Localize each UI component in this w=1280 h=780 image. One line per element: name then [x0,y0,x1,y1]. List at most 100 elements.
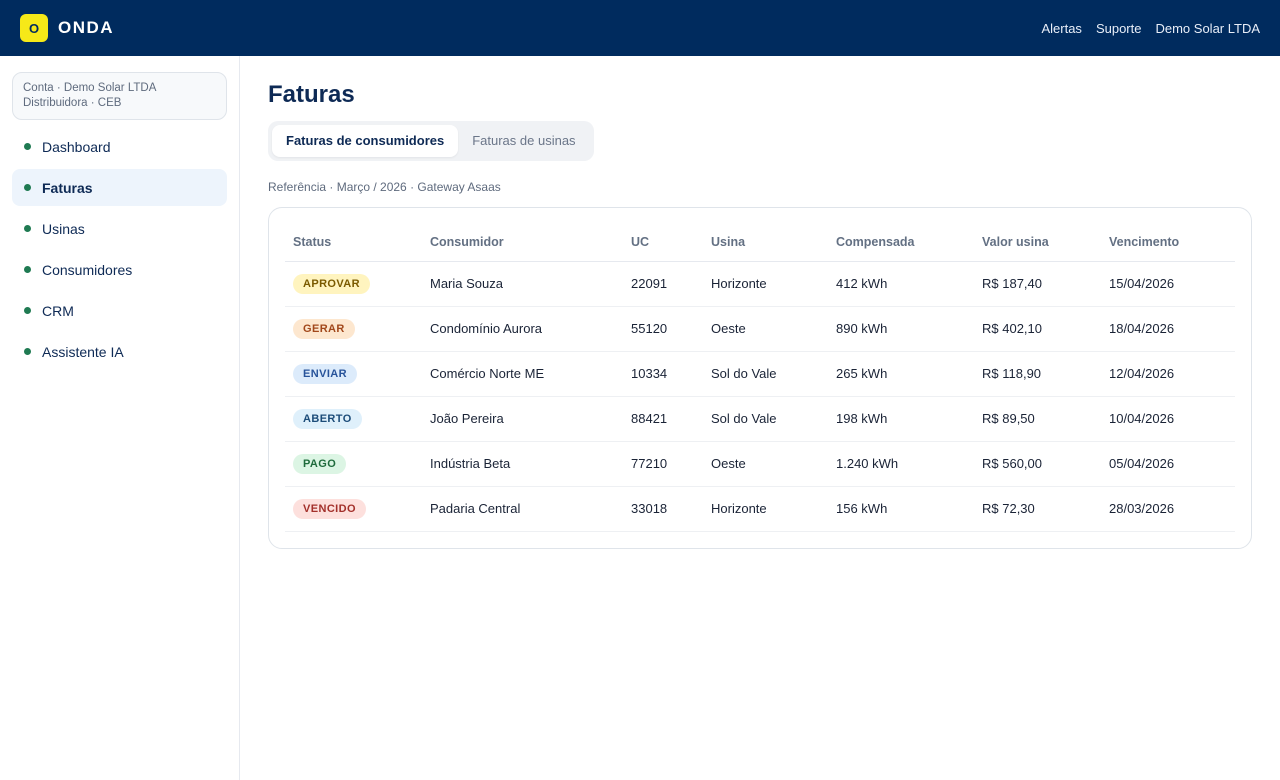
compensada-cell: 412 kWh [828,261,974,307]
alerts-link[interactable]: Alertas [1041,21,1081,36]
account-info-card: Conta · Demo Solar LTDA Distribuidora · … [12,72,227,120]
uc-cell: 22091 [623,261,703,307]
uc-cell: 55120 [623,306,703,352]
vencimento-cell: 10/04/2026 [1101,396,1235,442]
status-badge[interactable]: GERAR [293,318,355,339]
status-badge[interactable]: VENCIDO [293,498,366,519]
tab-faturas-consumidores[interactable]: Faturas de consumidores [272,125,459,157]
account-name: Conta · Demo Solar LTDA [23,82,157,94]
bullet-icon [24,348,31,355]
top-nav: Alertas Suporte Demo Solar LTDA [1041,21,1260,36]
table-row[interactable]: ABERTO João Pereira 88421 Sol do Vale 19… [285,396,1235,442]
status-badge[interactable]: PAGO [293,453,347,474]
usina-cell: Oeste [703,306,828,352]
sidebar-item-label: Consumidores [42,261,133,278]
onda-logo-icon: O [20,14,48,42]
sidebar-item-crm[interactable]: CRM [12,292,227,329]
column-header-usina[interactable]: Usina [703,224,828,262]
app-name: ONDA [58,18,115,37]
sidebar-item-usinas[interactable]: Usinas [12,210,227,247]
uc-cell: 33018 [623,486,703,532]
distributor-name: Distribuidora · CEB [23,97,122,109]
sidebar-item-label: Faturas [42,179,93,196]
usina-cell: Horizonte [703,486,828,532]
table-row[interactable]: APROVAR Maria Souza 22091 Horizonte 412 … [285,261,1235,307]
usina-cell: Sol do Vale [703,396,828,442]
sidebar-item-label: Assistente IA [42,343,124,360]
status-cell: VENCIDO [285,486,422,532]
compensada-cell: 1.240 kWh [828,441,974,487]
reference-info: Referência · Março / 2026 · Gateway Asaa… [268,180,501,194]
column-header-status[interactable]: Status [285,224,422,262]
sidebar-item-assistente-ia[interactable]: Assistente IA [12,333,227,370]
usina-cell: Sol do Vale [703,351,828,397]
consumidor-cell: Comércio Norte ME [422,351,623,397]
vencimento-cell: 28/03/2026 [1101,486,1235,532]
uc-cell: 10334 [623,351,703,397]
compensada-cell: 156 kWh [828,486,974,532]
column-header-valor-usina[interactable]: Valor usina [974,224,1101,262]
vencimento-cell: 15/04/2026 [1101,261,1235,307]
compensada-cell: 198 kWh [828,396,974,442]
bullet-icon [24,184,31,191]
vencimento-cell: 05/04/2026 [1101,441,1235,487]
tab-faturas-usinas[interactable]: Faturas de usinas [458,125,589,157]
consumidor-cell: João Pereira [422,396,623,442]
usina-cell: Oeste [703,441,828,487]
top-bar: O ONDA Alertas Suporte Demo Solar LTDA [0,0,1280,56]
sidebar-item-faturas[interactable]: Faturas [12,169,227,206]
status-cell: APROVAR [285,261,422,307]
sidebar-item-label: Dashboard [42,138,111,155]
status-cell: GERAR [285,306,422,352]
invoice-tabs: Faturas de consumidores Faturas de usina… [268,121,594,161]
sidebar-item-consumidores[interactable]: Consumidores [12,251,227,288]
table-row[interactable]: ENVIAR Comércio Norte ME 10334 Sol do Va… [285,351,1235,397]
uc-cell: 88421 [623,396,703,442]
sidebar-item-label: CRM [42,302,74,319]
compensada-cell: 265 kWh [828,351,974,397]
sidebar: Conta · Demo Solar LTDA Distribuidora · … [0,56,240,780]
main-content: Faturas Faturas de consumidores Faturas … [268,56,1252,549]
bullet-icon [24,307,31,314]
status-cell: ABERTO [285,396,422,442]
consumidor-cell: Indústria Beta [422,441,623,487]
consumidor-cell: Condomínio Aurora [422,306,623,352]
bullet-icon [24,143,31,150]
valor-usina-cell: R$ 402,10 [974,306,1101,352]
column-header-compensada[interactable]: Compensada [828,224,974,262]
usina-cell: Horizonte [703,261,828,307]
invoices-table-card: Status Consumidor UC Usina Compensada Va… [268,207,1252,549]
account-menu-link[interactable]: Demo Solar LTDA [1155,21,1260,36]
table-row[interactable]: PAGO Indústria Beta 77210 Oeste 1.240 kW… [285,441,1235,487]
table-row[interactable]: GERAR Condomínio Aurora 55120 Oeste 890 … [285,306,1235,352]
valor-usina-cell: R$ 89,50 [974,396,1101,442]
sidebar-item-dashboard[interactable]: Dashboard [12,128,227,165]
valor-usina-cell: R$ 560,00 [974,441,1101,487]
valor-usina-cell: R$ 187,40 [974,261,1101,307]
invoices-table: Status Consumidor UC Usina Compensada Va… [285,224,1235,532]
consumidor-cell: Padaria Central [422,486,623,532]
status-cell: ENVIAR [285,351,422,397]
column-header-uc[interactable]: UC [623,224,703,262]
table-header-row: Status Consumidor UC Usina Compensada Va… [285,224,1235,262]
status-badge[interactable]: ENVIAR [293,363,357,384]
bullet-icon [24,225,31,232]
sidebar-item-label: Usinas [42,220,85,237]
column-header-vencimento[interactable]: Vencimento [1101,224,1235,262]
valor-usina-cell: R$ 118,90 [974,351,1101,397]
status-badge[interactable]: ABERTO [293,408,362,429]
status-cell: PAGO [285,441,422,487]
column-header-consumidor[interactable]: Consumidor [422,224,623,262]
bullet-icon [24,266,31,273]
table-row[interactable]: VENCIDO Padaria Central 33018 Horizonte … [285,486,1235,532]
consumidor-cell: Maria Souza [422,261,623,307]
compensada-cell: 890 kWh [828,306,974,352]
vencimento-cell: 12/04/2026 [1101,351,1235,397]
status-badge[interactable]: APROVAR [293,273,370,294]
page-title: Faturas [268,81,355,108]
valor-usina-cell: R$ 72,30 [974,486,1101,532]
support-link[interactable]: Suporte [1096,21,1142,36]
vencimento-cell: 18/04/2026 [1101,306,1235,352]
brand[interactable]: O ONDA [20,14,114,42]
uc-cell: 77210 [623,441,703,487]
